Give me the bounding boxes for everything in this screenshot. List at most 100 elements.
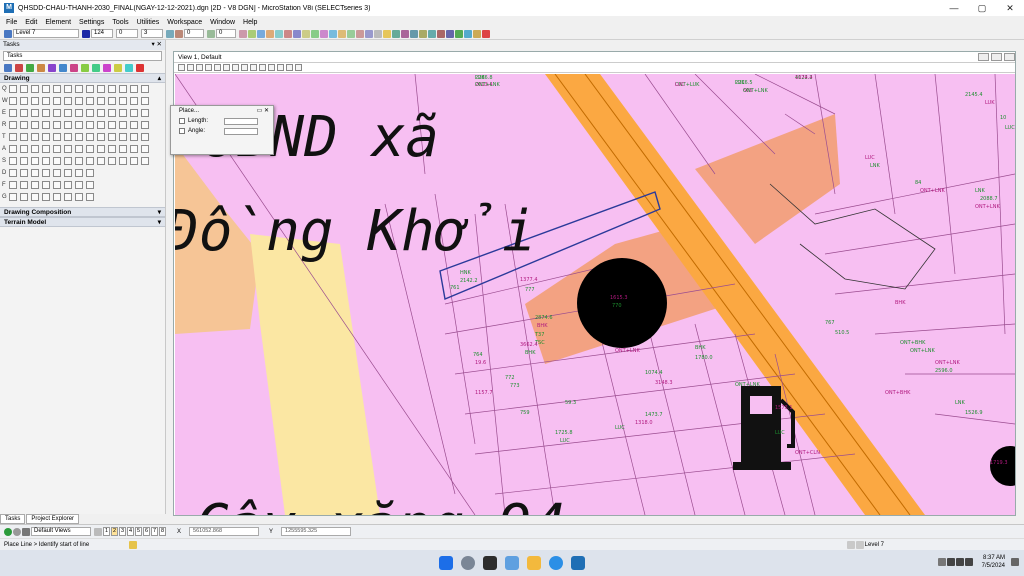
drawing-tool-icon[interactable] [108, 109, 116, 117]
drawing-tool-icon[interactable] [53, 181, 61, 189]
drawing-tool-icon[interactable] [20, 169, 28, 177]
drawing-tool-icon[interactable] [108, 145, 116, 153]
task-icon[interactable] [81, 63, 89, 72]
y-input[interactable]: 1255595.325 [281, 527, 352, 536]
drawing-tool-icon[interactable] [119, 145, 127, 153]
view-groups-icon[interactable] [22, 527, 30, 536]
view-5-button[interactable]: 5 [135, 527, 142, 536]
view-next-icon[interactable] [259, 64, 266, 71]
tool-icon[interactable] [437, 29, 445, 38]
drawing-tool-icon[interactable] [31, 145, 39, 153]
menu-utilities[interactable]: Utilities [137, 19, 160, 26]
drawing-tool-icon[interactable] [42, 121, 50, 129]
start-icon[interactable] [439, 556, 453, 570]
tab-tasks[interactable]: Tasks [0, 514, 26, 524]
tool-icon[interactable] [284, 29, 292, 38]
play-icon[interactable] [4, 527, 12, 536]
volume-icon[interactable] [955, 558, 964, 566]
drawing-tool-icon[interactable] [42, 109, 50, 117]
drawing-tool-icon[interactable] [75, 97, 83, 105]
drawing-tool-icon[interactable] [130, 121, 138, 129]
tool-icon[interactable] [347, 29, 355, 38]
camera-icon[interactable] [295, 64, 302, 71]
drawing-tool-icon[interactable] [97, 133, 105, 141]
drawing-tool-icon[interactable] [53, 169, 61, 177]
drawing-tool-icon[interactable] [75, 109, 83, 117]
tool-icon[interactable] [257, 29, 265, 38]
drawing-tool-icon[interactable] [75, 133, 83, 141]
task-icon[interactable] [26, 63, 34, 72]
drawing-tool-icon[interactable] [130, 157, 138, 165]
drawing-tool-icon[interactable] [86, 85, 94, 93]
view-6-button[interactable]: 6 [143, 527, 150, 536]
drawing-tool-icon[interactable] [42, 193, 50, 201]
line-style-dropdown[interactable]: 0 [116, 29, 138, 38]
drawing-tool-icon[interactable] [75, 181, 83, 189]
drawing-tool-icon[interactable] [97, 97, 105, 105]
view-previous-icon[interactable] [250, 64, 257, 71]
drawing-tool-icon[interactable] [119, 157, 127, 165]
menu-help[interactable]: Help [243, 19, 257, 26]
active-level-icon[interactable] [4, 29, 12, 38]
drawing-tool-icon[interactable] [64, 109, 72, 117]
drawing-tool-icon[interactable] [42, 169, 50, 177]
view-groups-icon[interactable] [13, 527, 21, 536]
drawing-tool-icon[interactable] [20, 193, 28, 201]
tool-icon[interactable] [473, 29, 481, 38]
tool-icon[interactable] [356, 29, 364, 38]
drawing-tool-icon[interactable] [141, 133, 149, 141]
menu-tools[interactable]: Tools [112, 19, 128, 26]
tool-icon[interactable] [320, 29, 328, 38]
close-icon[interactable]: ▭ ✕ [257, 106, 269, 116]
drawing-tool-icon[interactable] [86, 97, 94, 105]
drawing-tool-icon[interactable] [53, 109, 61, 117]
tool-icon[interactable] [293, 29, 301, 38]
view-maximize-button[interactable] [991, 53, 1002, 61]
drawing-tool-icon[interactable] [9, 121, 17, 129]
drawing-tool-icon[interactable] [42, 181, 50, 189]
drawing-tool-icon[interactable] [86, 109, 94, 117]
tab-project-explorer[interactable]: Project Explorer [26, 514, 80, 524]
drawing-tool-icon[interactable] [64, 85, 72, 93]
fit-view-icon[interactable] [223, 64, 230, 71]
drawing-tool-icon[interactable] [86, 181, 94, 189]
tool-icon[interactable] [410, 29, 418, 38]
tool-icon[interactable] [428, 29, 436, 38]
task-icon[interactable] [48, 63, 56, 72]
line-weight-dropdown[interactable]: 3 [141, 29, 163, 38]
angle-input[interactable] [224, 127, 258, 135]
menu-workspace[interactable]: Workspace [167, 19, 202, 26]
drawing-tool-icon[interactable] [141, 145, 149, 153]
drawing-tool-icon[interactable] [42, 157, 50, 165]
rotate-view-icon[interactable] [232, 64, 239, 71]
view-3-button[interactable]: 3 [119, 527, 126, 536]
task-icon[interactable] [136, 63, 144, 72]
minimize-button[interactable]: — [940, 0, 968, 16]
drawing-tool-icon[interactable] [141, 97, 149, 105]
drawing-tool-icon[interactable] [97, 85, 105, 93]
drawing-tool-icon[interactable] [9, 97, 17, 105]
edge-browser-icon[interactable] [549, 556, 563, 570]
drawing-tool-icon[interactable] [9, 85, 17, 93]
view-7-button[interactable]: 7 [151, 527, 158, 536]
view-1-button[interactable]: 1 [103, 527, 110, 536]
drawing-tool-icon[interactable] [64, 145, 72, 153]
tool-icon[interactable] [464, 29, 472, 38]
drawing-tool-icon[interactable] [119, 133, 127, 141]
terrain-model-header[interactable]: Terrain Model ▾ [0, 217, 165, 227]
drawing-tool-icon[interactable] [130, 97, 138, 105]
drawing-tool-icon[interactable] [75, 169, 83, 177]
file-explorer-icon[interactable] [527, 556, 541, 570]
drawing-tool-icon[interactable] [9, 157, 17, 165]
task-icon[interactable] [15, 63, 23, 72]
widgets-icon[interactable] [505, 556, 519, 570]
tool-icon[interactable] [239, 29, 247, 38]
drawing-tool-icon[interactable] [64, 193, 72, 201]
angle-checkbox[interactable] [179, 128, 185, 134]
drawing-tool-icon[interactable] [108, 157, 116, 165]
drawing-tool-icon[interactable] [31, 193, 39, 201]
drawing-tool-icon[interactable] [42, 97, 50, 105]
wifi-icon[interactable] [946, 558, 955, 566]
view-close-button[interactable] [1004, 53, 1015, 61]
drawing-tool-icon[interactable] [86, 157, 94, 165]
